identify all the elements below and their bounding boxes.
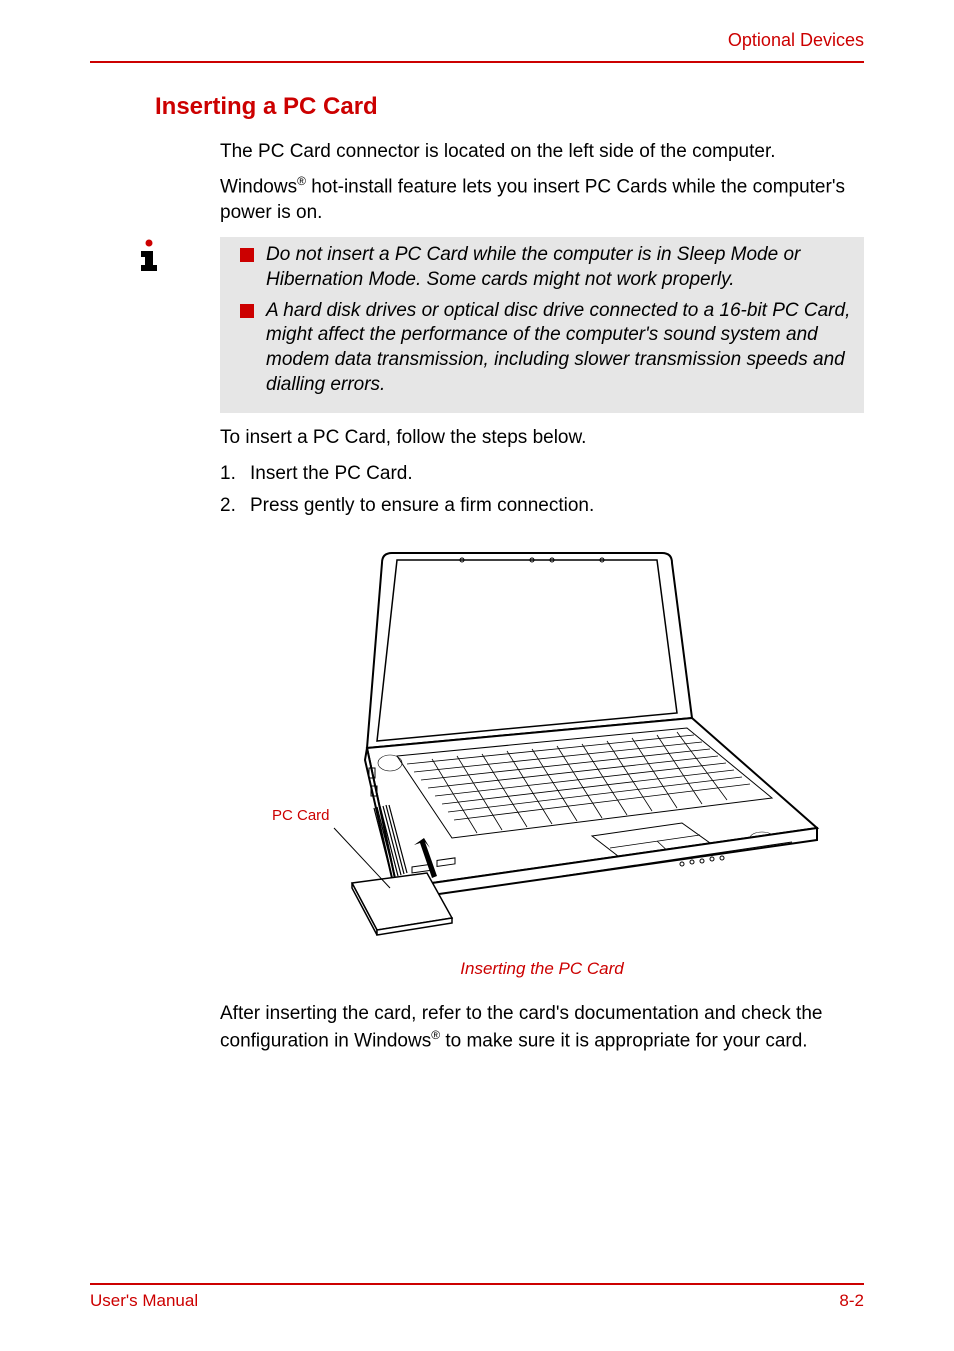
intro-paragraph-2: Windows® hot-install feature lets you in… <box>220 173 864 226</box>
figure-laptop: PC Card <box>220 538 864 946</box>
bullet-icon <box>240 248 254 262</box>
info-icon <box>135 237 171 273</box>
divider-bottom <box>90 1283 864 1285</box>
figure-caption: Inserting the PC Card <box>220 958 864 981</box>
footer-page-number: 8-2 <box>839 1291 864 1311</box>
divider-top <box>90 61 864 63</box>
closing-post: to make sure it is appropriate for your … <box>440 1030 808 1051</box>
registered-mark: ® <box>297 174 306 188</box>
page-footer: User's Manual 8-2 <box>90 1283 864 1311</box>
note-text-1: Do not insert a PC Card while the comput… <box>266 244 800 290</box>
intro2-post: hot-install feature lets you insert PC C… <box>220 176 845 223</box>
step-number: 2. <box>220 493 236 519</box>
registered-mark: ® <box>431 1028 440 1042</box>
step-2: 2. Press gently to ensure a firm connect… <box>220 493 864 519</box>
step-number: 1. <box>220 461 236 487</box>
page-header-breadcrumb: Optional Devices <box>90 30 864 61</box>
bullet-icon <box>240 304 254 318</box>
intro-paragraph-1: The PC Card connector is located on the … <box>220 139 864 165</box>
figure-callout-label: PC Card <box>272 806 330 826</box>
note-text-2: A hard disk drives or optical disc drive… <box>266 300 850 395</box>
step-1: 1. Insert the PC Card. <box>220 461 864 487</box>
steps-lead: To insert a PC Card, follow the steps be… <box>220 425 864 451</box>
step-text: Press gently to ensure a firm connection… <box>250 495 594 516</box>
intro2-pre: Windows <box>220 176 297 197</box>
footer-doc-title: User's Manual <box>90 1291 198 1311</box>
closing-paragraph: After inserting the card, refer to the c… <box>220 1001 864 1054</box>
note-item-1: Do not insert a PC Card while the comput… <box>240 243 852 292</box>
note-item-2: A hard disk drives or optical disc drive… <box>240 299 852 398</box>
laptop-illustration <box>262 538 822 938</box>
step-text: Insert the PC Card. <box>250 463 413 484</box>
note-callout: Do not insert a PC Card while the comput… <box>180 237 864 413</box>
section-title: Inserting a PC Card <box>155 93 864 121</box>
